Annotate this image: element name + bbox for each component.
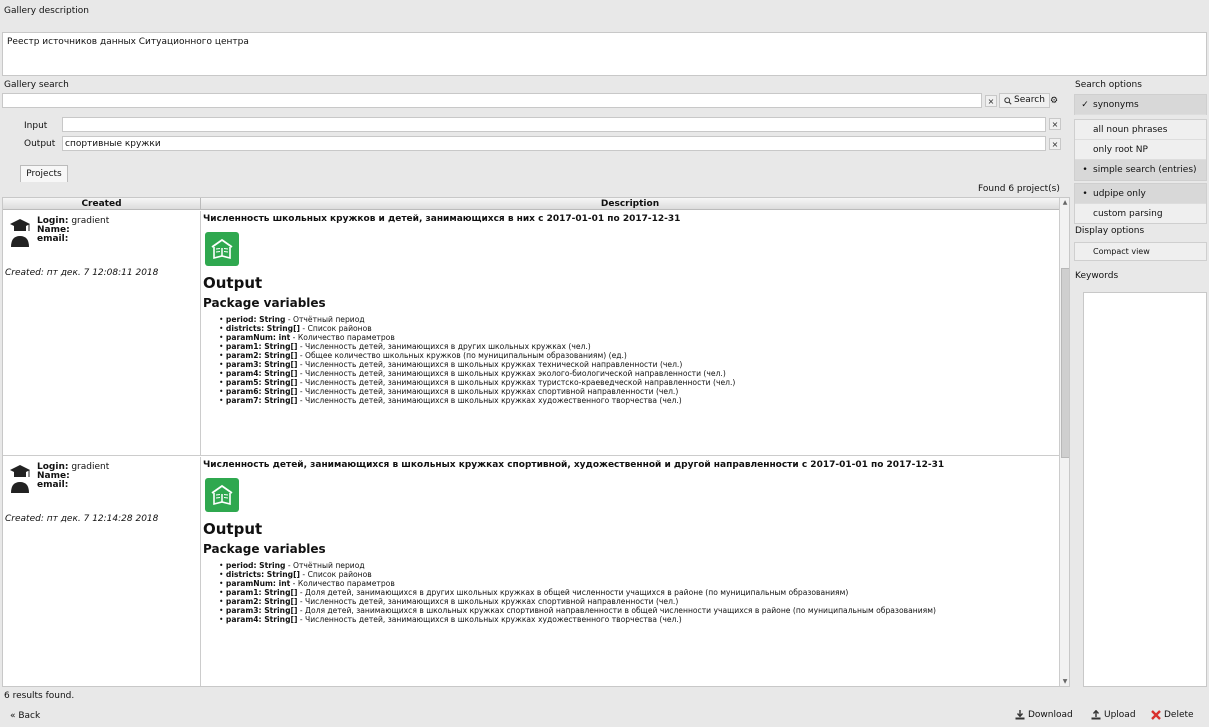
synonyms-checkbox[interactable]: ✓ synonyms bbox=[1075, 95, 1206, 115]
synonyms-option-group: ✓ synonyms bbox=[1074, 94, 1207, 115]
project-description[interactable]: Численность детей, занимающихся в школьн… bbox=[201, 457, 1059, 686]
list-item: • param7: String[] - Численность детей, … bbox=[219, 396, 682, 405]
list-item: • param4: String[] - Численность детей, … bbox=[219, 369, 726, 378]
list-item: • param1: String[] - Численность детей, … bbox=[219, 342, 591, 351]
project-title[interactable]: Численность детей, занимающихся в школьн… bbox=[203, 460, 1057, 470]
option-only-root-np[interactable]: only root NP bbox=[1075, 140, 1206, 160]
package-variables-heading: Package variables bbox=[203, 296, 326, 310]
keywords-label: Keywords bbox=[1075, 271, 1119, 281]
search-options-label: Search options bbox=[1075, 80, 1142, 90]
list-item: • districts: String[] - Список районов bbox=[219, 570, 372, 579]
search-button[interactable]: Search bbox=[999, 93, 1050, 108]
gallery-search-input[interactable] bbox=[2, 93, 982, 108]
compact-view-checkbox[interactable]: Compact view bbox=[1075, 243, 1206, 261]
project-description[interactable]: Численность школьных кружков и детей, за… bbox=[201, 211, 1059, 456]
input-field[interactable] bbox=[62, 117, 1046, 132]
package-book-icon bbox=[205, 232, 239, 266]
list-item: • param4: String[] - Численность детей, … bbox=[219, 615, 682, 624]
package-book-icon bbox=[205, 478, 239, 512]
parser-mode-group: • udpipe only custom parsing bbox=[1074, 183, 1207, 224]
radio-dot-icon: • bbox=[1082, 165, 1088, 175]
table-row[interactable]: Login: gradient Name: email: Created: пт… bbox=[3, 457, 201, 686]
list-item: • paramNum: int - Количество параметров bbox=[219, 579, 395, 588]
option-udpipe-only[interactable]: • udpipe only bbox=[1075, 184, 1206, 204]
list-item: • paramNum: int - Количество параметров bbox=[219, 333, 395, 342]
login-value: gradient bbox=[71, 216, 110, 226]
login-value: gradient bbox=[71, 462, 110, 472]
results-count: 6 results found. bbox=[4, 691, 75, 701]
gallery-description-text: Реестр источников данных Ситуационного ц… bbox=[7, 37, 249, 47]
back-link[interactable]: « Back bbox=[10, 711, 40, 721]
variables-list: • period: String - Отчётный период • dis… bbox=[203, 315, 1057, 405]
gear-icon[interactable]: ⚙ bbox=[1048, 95, 1060, 107]
scroll-down-icon[interactable]: ▼ bbox=[1061, 678, 1069, 686]
email-line: email: bbox=[37, 234, 69, 244]
output-field-value: спортивные кружки bbox=[65, 139, 161, 149]
project-title[interactable]: Численность школьных кружков и детей, за… bbox=[203, 214, 1057, 224]
package-variables-heading: Package variables bbox=[203, 542, 326, 556]
parse-mode-group: all noun phrases only root NP • simple se… bbox=[1074, 119, 1207, 181]
output-heading: Output bbox=[203, 520, 263, 538]
table-scrollbar[interactable]: ▲ ▼ bbox=[1059, 198, 1069, 686]
download-button[interactable]: Download bbox=[1015, 710, 1073, 720]
list-item: • param3: String[] - Численность детей, … bbox=[219, 360, 683, 369]
user-graduate-icon bbox=[10, 219, 30, 247]
input-label: Input bbox=[24, 121, 48, 131]
created-timestamp: Created: пт дек. 7 12:14:28 2018 bbox=[5, 514, 159, 524]
output-field[interactable]: спортивные кружки bbox=[62, 136, 1046, 151]
scroll-up-icon[interactable]: ▲ bbox=[1061, 199, 1069, 207]
list-item: • districts: String[] - Список районов bbox=[219, 324, 372, 333]
list-item: • period: String - Отчётный период bbox=[219, 561, 365, 570]
display-options-group: Compact view bbox=[1074, 242, 1207, 261]
created-timestamp: Created: пт дек. 7 12:08:11 2018 bbox=[5, 268, 159, 278]
check-icon: ✓ bbox=[1081, 100, 1089, 110]
upload-icon bbox=[1091, 710, 1101, 720]
list-item: • param6: String[] - Численность детей, … bbox=[219, 387, 679, 396]
delete-button[interactable]: Delete bbox=[1151, 710, 1194, 720]
tab-projects[interactable]: Projects bbox=[20, 165, 68, 182]
keywords-list[interactable] bbox=[1083, 292, 1207, 687]
option-all-noun-phrases[interactable]: all noun phrases bbox=[1075, 120, 1206, 140]
list-item: • param2: String[] - Численность детей, … bbox=[219, 597, 679, 606]
delete-icon bbox=[1151, 710, 1161, 720]
list-item: • period: String - Отчётный период bbox=[219, 315, 365, 324]
gallery-description-field[interactable]: Реестр источников данных Ситуационного ц… bbox=[2, 32, 1207, 76]
variables-list: • period: String - Отчётный период • dis… bbox=[203, 561, 1057, 624]
column-header-created[interactable]: Created bbox=[3, 198, 201, 210]
clear-output-button[interactable]: × bbox=[1049, 138, 1061, 150]
list-item: • param3: String[] - Доля детей, занимаю… bbox=[219, 606, 936, 615]
list-item: • param1: String[] - Доля детей, занимаю… bbox=[219, 588, 849, 597]
table-row[interactable]: Login: gradient Name: email: Created: пт… bbox=[3, 211, 201, 456]
clear-input-button[interactable]: × bbox=[1049, 118, 1061, 130]
output-heading: Output bbox=[203, 274, 263, 292]
download-icon bbox=[1015, 710, 1025, 720]
column-header-description[interactable]: Description bbox=[201, 198, 1059, 210]
list-item: • param5: String[] - Численность детей, … bbox=[219, 378, 736, 387]
scrollbar-thumb[interactable] bbox=[1061, 268, 1069, 458]
list-item: • param2: String[] - Общее количество шк… bbox=[219, 351, 627, 360]
email-line: email: bbox=[37, 480, 69, 490]
projects-table: Created Description Login: gradient Name… bbox=[2, 197, 1070, 687]
search-icon bbox=[1004, 96, 1012, 105]
radio-dot-icon: • bbox=[1082, 189, 1088, 199]
option-simple-search[interactable]: • simple search (entries) bbox=[1075, 160, 1206, 180]
display-options-label: Display options bbox=[1075, 226, 1145, 236]
gallery-search-label: Gallery search bbox=[4, 80, 69, 90]
user-graduate-icon bbox=[10, 465, 30, 493]
gallery-description-label: Gallery description bbox=[4, 6, 89, 16]
option-custom-parsing[interactable]: custom parsing bbox=[1075, 204, 1206, 224]
found-projects-label: Found 6 project(s) bbox=[978, 184, 1060, 194]
upload-button[interactable]: Upload bbox=[1091, 710, 1136, 720]
clear-search-button[interactable]: × bbox=[985, 95, 997, 107]
output-label: Output bbox=[24, 139, 56, 149]
